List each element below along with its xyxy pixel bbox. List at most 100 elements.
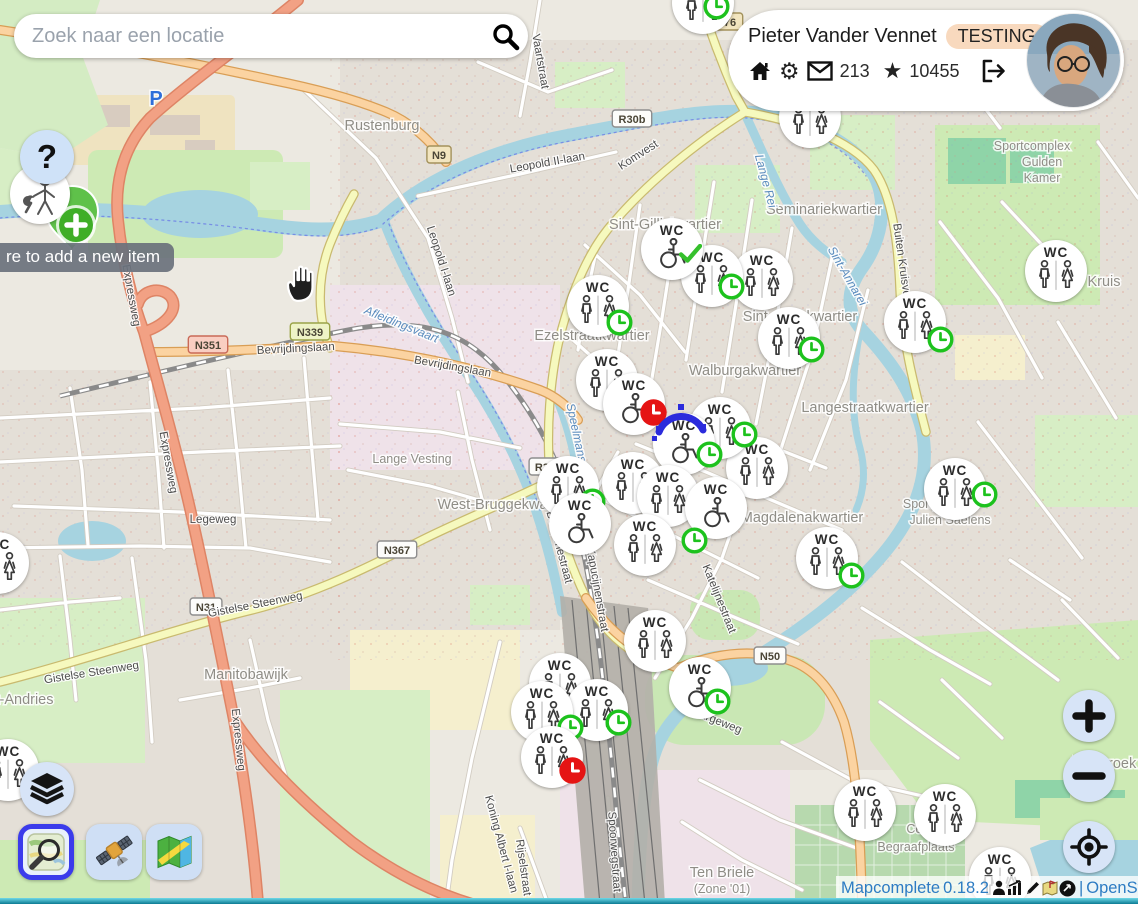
marker-label: WC [0, 537, 10, 552]
male-female-pictogram [892, 311, 938, 342]
map-label: Sportcomplex [994, 139, 1071, 153]
osm-carto-icon [26, 832, 66, 872]
bottom-theme-bar [0, 898, 1138, 904]
map-label: Seminariekwartier [766, 202, 882, 218]
marker-label: WC [621, 457, 646, 472]
marker-label: WC [943, 463, 968, 478]
toilet-marker[interactable]: WC [758, 307, 820, 369]
marker-label: WC [530, 686, 555, 701]
help-label: ? [37, 138, 57, 176]
map-label: P [149, 88, 162, 110]
toilet-marker[interactable]: WC [549, 493, 611, 555]
search-icon [490, 21, 520, 51]
male-female-pictogram [734, 457, 780, 488]
home-icon[interactable] [748, 59, 772, 83]
basemap-style-osm-button[interactable] [18, 824, 74, 880]
attribution-version: 0.18.2 [943, 879, 989, 898]
svg-text:R30b: R30b [619, 114, 646, 126]
toilet-marker[interactable]: WC [884, 291, 946, 353]
avatar[interactable] [1027, 14, 1120, 107]
svg-text:N50: N50 [760, 651, 780, 663]
map-label: Kruis [1087, 274, 1120, 290]
favorites-count: 10455 [909, 61, 959, 82]
wheelchair-pictogram [617, 393, 651, 424]
male-female-pictogram [622, 534, 668, 565]
zoom-out-button[interactable] [1063, 750, 1115, 802]
wheelchair-pictogram [563, 513, 597, 544]
mapcomplete-app: N9R30bN376N339N351N367N31N50R30 Brugge-S… [0, 0, 1138, 904]
marker-label: WC [585, 684, 610, 699]
svg-text:N351: N351 [195, 340, 221, 352]
toilet-marker[interactable]: WC [914, 784, 976, 846]
messages-envelope-icon[interactable] [807, 61, 833, 81]
road-badge: N339 [290, 323, 329, 340]
toilet-marker[interactable]: WC [566, 679, 628, 741]
basemap-style-satellite-button[interactable] [86, 824, 142, 880]
road-badge: N367 [377, 541, 416, 558]
search-button[interactable] [482, 14, 528, 58]
marker-label: WC [660, 223, 685, 238]
messages-count: 213 [840, 61, 870, 82]
satellite-icon [93, 831, 135, 873]
marker-label: WC [750, 253, 775, 268]
toilet-marker[interactable]: WC [796, 527, 858, 589]
male-female-pictogram [575, 295, 621, 326]
toilet-marker[interactable]: WC [834, 779, 896, 841]
logout-icon[interactable] [980, 59, 1006, 83]
marker-label: WC [777, 312, 802, 327]
male-female-pictogram [645, 485, 691, 516]
map-flag-icon[interactable] [1042, 880, 1058, 896]
marker-label: WC [656, 470, 681, 485]
toilet-marker[interactable]: WC [614, 514, 676, 576]
edit-pencil-icon[interactable] [1025, 880, 1041, 896]
layers-button[interactable] [20, 762, 74, 816]
marker-label: WC [556, 461, 581, 476]
svg-text:N9: N9 [432, 150, 446, 162]
toilet-marker[interactable]: WC [641, 218, 703, 280]
marker-label: WC [622, 378, 647, 393]
wheelchair-pictogram [683, 677, 717, 708]
toilet-marker[interactable]: WC [685, 477, 747, 539]
map-label: Langestraatkwartier [801, 400, 929, 416]
marker-label: WC [633, 519, 658, 534]
help-button[interactable]: ? [20, 130, 74, 184]
marker-label: WC [643, 615, 668, 630]
add-item-plus-button[interactable] [59, 208, 93, 242]
map-label: Magdalenakwartier [741, 510, 864, 526]
marker-label: WC [815, 532, 840, 547]
toilet-marker[interactable]: WC [669, 657, 731, 719]
toilet-marker[interactable]: WC [521, 726, 583, 788]
geolocate-button[interactable] [1063, 821, 1115, 873]
attribution-bar: Mapcomplete 0.18.2 | OpenStreetMap [836, 876, 1138, 900]
marker-label: WC [568, 498, 593, 513]
layers-icon [27, 772, 67, 806]
star-icon[interactable]: ★ [883, 59, 903, 83]
openstreetmap-link[interactable]: OpenStreetMap [1086, 879, 1138, 898]
plus-icon [1072, 699, 1106, 733]
marker-label: WC [933, 789, 958, 804]
marker-label: WC [853, 784, 878, 799]
road-badge: N351 [188, 336, 227, 353]
male-female-pictogram [574, 699, 620, 730]
toilet-marker[interactable]: WC [624, 610, 686, 672]
map-label: Gulden [1022, 155, 1062, 169]
search-input[interactable] [14, 24, 482, 49]
map-label: Manitobawijk [204, 667, 289, 683]
toilet-marker[interactable]: WC [567, 275, 629, 337]
community-icon[interactable] [1059, 880, 1076, 897]
zoom-in-button[interactable] [1063, 690, 1115, 742]
toilet-marker[interactable]: WC [924, 458, 986, 520]
settings-gear-icon[interactable]: ⚙ [779, 59, 800, 83]
wheelchair-pictogram [655, 238, 689, 269]
add-item-tooltip: re to add a new item [0, 243, 174, 272]
stats-chart-icon[interactable] [1007, 880, 1024, 896]
map-label: (Zone '01) [694, 882, 751, 896]
marker-label: WC [548, 658, 573, 673]
map-label: Rustenburg [345, 118, 420, 134]
basemap-style-map-button[interactable] [146, 824, 202, 880]
stats-user-icon[interactable] [992, 880, 1006, 896]
toilet-marker[interactable]: WC [1025, 240, 1087, 302]
male-female-pictogram [1033, 260, 1079, 291]
road-badge: R30b [612, 110, 651, 127]
selected-way-highlight [648, 392, 718, 442]
